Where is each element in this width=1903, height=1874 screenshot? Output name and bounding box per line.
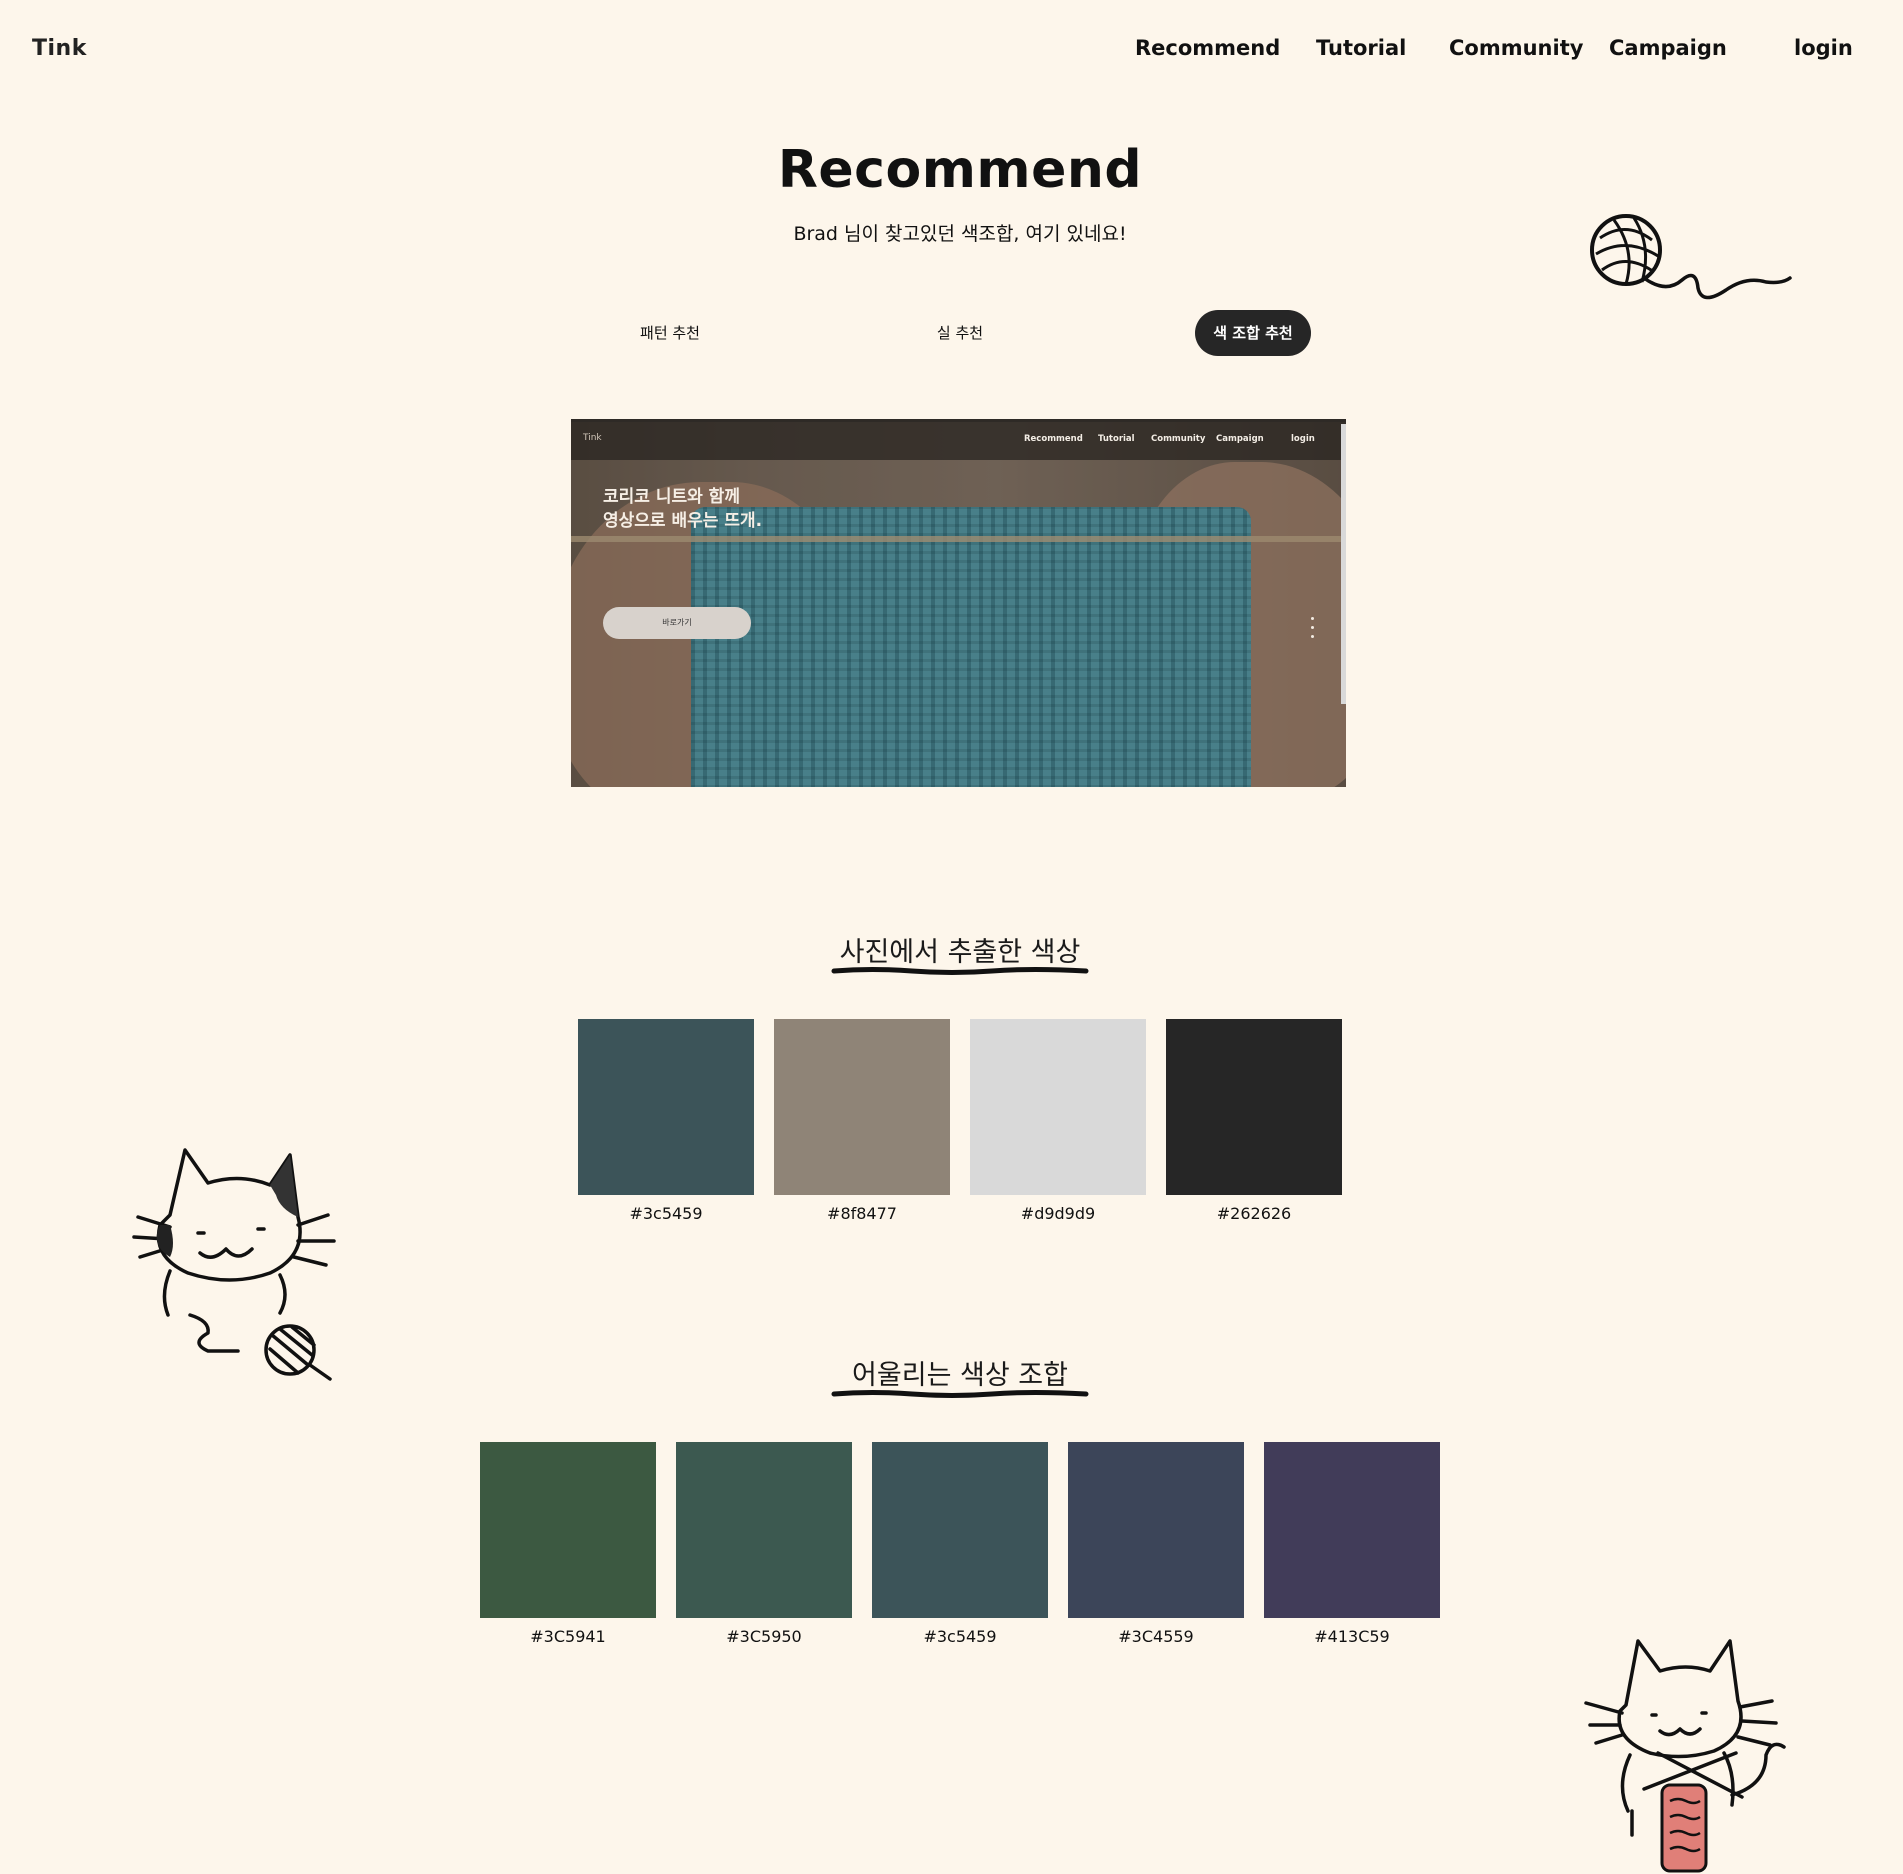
preview-headline: 코리코 니트와 함께 영상으로 배우는 뜨개. (603, 485, 762, 533)
nav-recommend[interactable]: Recommend (1135, 36, 1280, 60)
nav-campaign[interactable]: Campaign (1609, 36, 1727, 60)
swatch-hex-label: #8f8477 (827, 1204, 897, 1223)
cat-with-yarn-icon (132, 1148, 336, 1381)
swatch-hex-label: #3C4559 (1118, 1627, 1194, 1646)
nav-tutorial[interactable]: Tutorial (1316, 36, 1406, 60)
tab-pattern[interactable]: 패턴 추천 (612, 310, 728, 356)
title-underline (831, 967, 1089, 975)
site-logo[interactable]: Tink (32, 36, 87, 61)
knitting-cat-icon (1584, 1639, 1786, 1873)
photo-overlay (571, 422, 1346, 787)
preview-nav-tutorial: Tutorial (1098, 434, 1135, 444)
swatch-hex-label: #3C5950 (726, 1627, 802, 1646)
swatch-hex-label: #3c5459 (923, 1627, 997, 1646)
preview-cta-button: 바로가기 (603, 607, 751, 639)
swatch-extracted-3[interactable] (970, 1019, 1146, 1195)
swatch-matching-2[interactable] (676, 1442, 852, 1618)
tab-yarn[interactable]: 실 추천 (912, 310, 1008, 356)
swatch-extracted-1[interactable] (578, 1019, 754, 1195)
page-title: Recommend (777, 140, 1143, 200)
title-underline (831, 1390, 1089, 1398)
swatch-hex-label: #3c5459 (629, 1204, 703, 1223)
preview-nav-recommend: Recommend (1024, 434, 1083, 444)
tab-color-combo[interactable]: 색 조합 추천 (1195, 310, 1311, 356)
preview-scrollbar (1341, 424, 1346, 704)
yarn-ball-icon (1590, 214, 1792, 300)
swatch-extracted-4[interactable] (1166, 1019, 1342, 1195)
swatch-extracted-2[interactable] (774, 1019, 950, 1195)
nav-login[interactable]: login (1794, 36, 1853, 60)
swatch-matching-1[interactable] (480, 1442, 656, 1618)
nav-community[interactable]: Community (1449, 36, 1583, 60)
preview-headline-line1: 코리코 니트와 함께 (603, 487, 740, 507)
preview-headline-line2: 영상으로 배우는 뜨개. (603, 511, 763, 531)
swatch-matching-4[interactable] (1068, 1442, 1244, 1618)
preview-nav-login: login (1291, 434, 1315, 444)
swatch-hex-label: #413C59 (1314, 1627, 1390, 1646)
swatch-matching-3[interactable] (872, 1442, 1048, 1618)
preview-nav-community: Community (1151, 434, 1206, 444)
preview-logo: Tink (583, 433, 602, 443)
preview-dots-icon (1311, 617, 1315, 644)
swatch-hex-label: #262626 (1216, 1204, 1292, 1223)
preview-nav-campaign: Campaign (1216, 434, 1264, 444)
extracted-colors-title: 사진에서 추출한 색상 (839, 937, 1081, 968)
uploaded-photo-preview: Tink Recommend Tutorial Community Campai… (571, 419, 1346, 787)
swatch-hex-label: #d9d9d9 (1020, 1204, 1096, 1223)
swatch-matching-5[interactable] (1264, 1442, 1440, 1618)
swatch-hex-label: #3C5941 (530, 1627, 606, 1646)
